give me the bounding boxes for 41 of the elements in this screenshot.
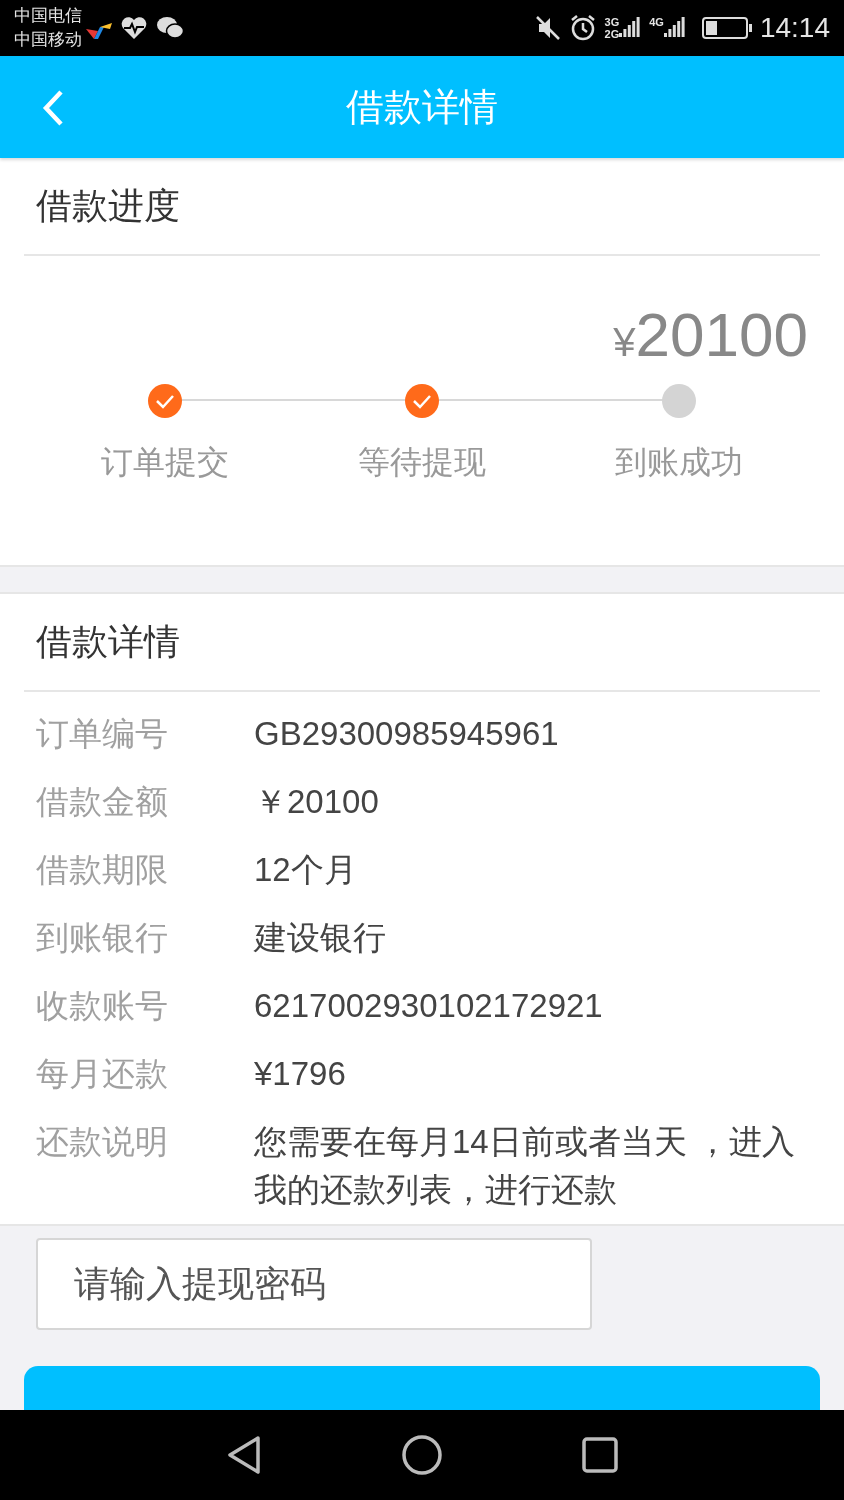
detail-label: 还款说明 [36, 1122, 169, 1162]
page-title: 借款详情 [346, 84, 498, 130]
carrier-logo-icon [86, 23, 112, 41]
detail-label: 借款期限 [36, 850, 169, 890]
network-label: 3G [604, 16, 620, 28]
step-label: 订单提交 [100, 443, 229, 482]
detail-label: 每月还款 [36, 1054, 169, 1094]
detail-label: 借款金额 [36, 782, 169, 822]
home-nav-button[interactable] [402, 1435, 442, 1475]
detail-value: GB29300985945961 [254, 714, 560, 754]
carrier-name: 中国电信 [14, 5, 82, 27]
mute-icon [534, 15, 561, 41]
clock-time: 14:14 [759, 11, 830, 45]
detail-label: 到账银行 [36, 918, 169, 958]
detail-value: 12个月 [254, 850, 358, 890]
recents-nav-button[interactable] [582, 1437, 618, 1473]
section-title: 借款详情 [36, 620, 180, 664]
detail-value: 建设银行 [254, 918, 387, 958]
detail-value: ¥1796 [254, 1054, 347, 1094]
step-label: 到账成功 [615, 443, 744, 482]
home-circle-icon [402, 1435, 442, 1475]
back-nav-button[interactable] [226, 1435, 262, 1475]
network-label: 2G [604, 28, 620, 40]
detail-value: 您需要在每月14日前或者当天 ，进入我的还款列表，进行还款 [254, 1122, 796, 1210]
password-field[interactable]: 请输入提现密码 [36, 1238, 592, 1330]
signal-icon [619, 17, 642, 39]
loan-amount: ¥20100 [613, 299, 808, 371]
recents-square-icon [582, 1437, 618, 1473]
detail-label: 订单编号 [36, 714, 169, 754]
carrier-name: 中国移动 [14, 29, 82, 51]
detail-value: ￥20100 [254, 782, 380, 822]
back-triangle-icon [226, 1435, 262, 1475]
chat-bubbles-icon [156, 16, 184, 40]
detail-value: 6217002930102172921 [254, 986, 604, 1026]
detail-label: 收款账号 [36, 986, 169, 1026]
heart-pulse-icon [120, 16, 148, 40]
signal-icon [663, 17, 686, 39]
step-label: 等待提现 [358, 443, 486, 482]
section-title: 借款进度 [36, 184, 180, 228]
network-label: 4G [649, 15, 664, 30]
back-chevron-icon [41, 89, 65, 127]
